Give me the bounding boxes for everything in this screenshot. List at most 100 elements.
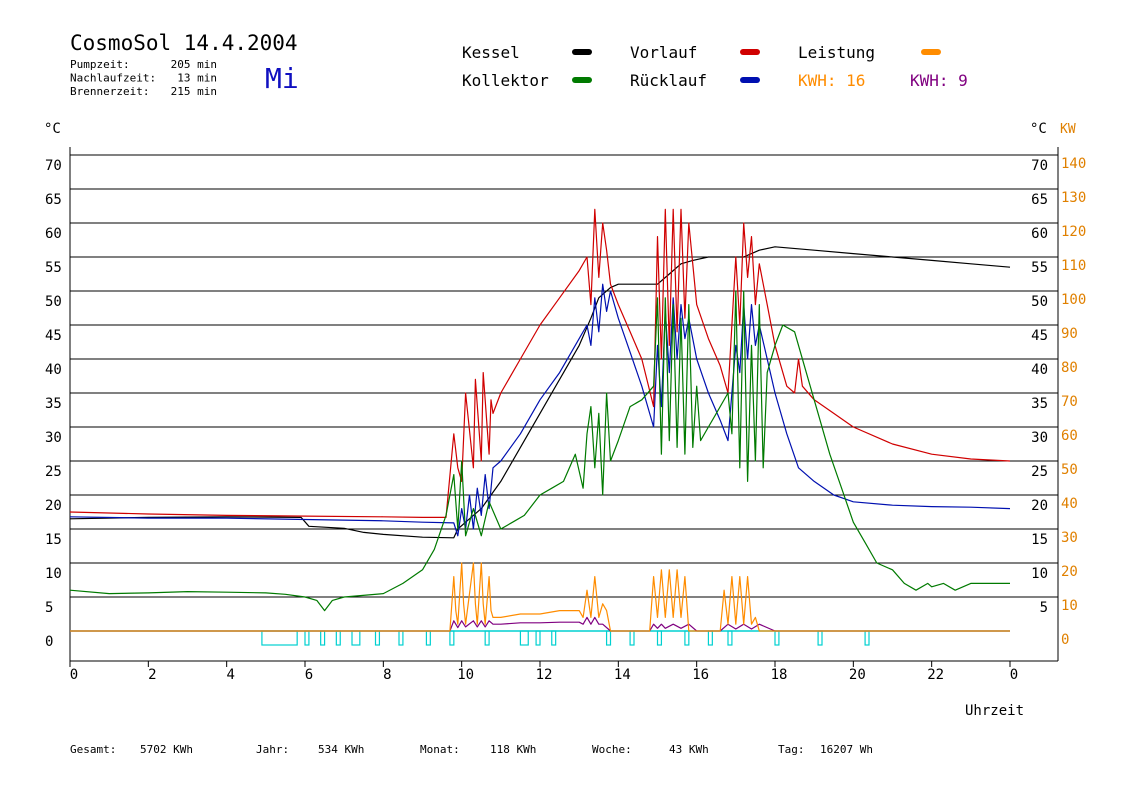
pump-interval	[484, 630, 490, 646]
woche-value: 43 KWh	[669, 743, 709, 756]
left-tick-label: 10	[45, 566, 62, 582]
x-axis-ticks: 0 2 4 6 8 10 12 14 16 18 20 22 0	[69, 661, 1018, 683]
right-tick-label-celsius: 10	[1031, 566, 1048, 582]
left-tick-label: 60	[45, 226, 62, 242]
right-tick-label-kw: 30	[1061, 530, 1078, 546]
legend: Kessel Vorlauf Leistung Kollektor Rückla…	[462, 43, 968, 90]
x-tick-label: 0	[70, 667, 78, 683]
x-tick-label: 22	[927, 667, 944, 683]
series-lines	[69, 208, 1011, 632]
gesamt-label: Gesamt:	[70, 743, 116, 756]
right-axis-ticks-celsius: 5 10 15 20 25 30 35 40 45 50 55 60 65 70	[1031, 158, 1048, 616]
right-tick-label-celsius: 15	[1031, 532, 1048, 548]
legend-kessel-label: Kessel	[462, 43, 520, 62]
jahr-label: Jahr:	[256, 743, 289, 756]
left-tick-label: 55	[45, 260, 62, 276]
right-tick-label-kw: 50	[1061, 462, 1078, 478]
left-tick-label: 50	[45, 294, 62, 310]
pump-interval	[817, 630, 823, 646]
legend-ruecklauf-label: Rücklauf	[630, 71, 707, 90]
x-tick-label: 14	[614, 667, 631, 683]
tag-label: Tag:	[778, 743, 805, 756]
left-tick-label: 20	[45, 498, 62, 514]
left-tick-label: 35	[45, 396, 62, 412]
right-tick-label-celsius: 25	[1031, 464, 1048, 480]
pump-interval	[425, 630, 431, 646]
pump-interval	[727, 630, 733, 646]
right-axis-unit-kw: KW	[1060, 122, 1076, 137]
legend-vorlauf-label: Vorlauf	[630, 43, 697, 62]
info-label: Pumpzeit:	[70, 58, 130, 71]
pump-interval	[656, 630, 663, 646]
info-value: 13 min	[177, 72, 217, 85]
right-tick-label-celsius: 40	[1031, 362, 1048, 378]
right-tick-label-celsius: 65	[1031, 192, 1048, 208]
woche-label: Woche:	[592, 743, 632, 756]
right-tick-label-kw: 130	[1061, 190, 1086, 206]
info-label: Nachlaufzeit:	[70, 72, 156, 85]
right-tick-label-kw: 0	[1061, 632, 1069, 648]
right-tick-label-kw: 40	[1061, 496, 1078, 512]
monat-label: Monat:	[420, 743, 460, 756]
pump-interval	[707, 630, 713, 646]
legend-kollektor-label: Kollektor	[462, 71, 549, 90]
right-tick-label-celsius: 45	[1031, 328, 1048, 344]
right-tick-label-celsius: 35	[1031, 396, 1048, 412]
x-tick-label: 4	[226, 667, 234, 683]
info-label: Brennerzeit:	[70, 85, 149, 98]
energy-summary: Gesamt: 5702 KWh Jahr: 534 KWh Monat: 11…	[70, 743, 873, 756]
x-tick-label: 2	[148, 667, 156, 683]
jahr-value: 534 KWh	[318, 743, 364, 756]
series-vorlauf	[69, 208, 1011, 519]
right-tick-label-celsius: 60	[1031, 226, 1048, 242]
right-tick-label-celsius: 20	[1031, 498, 1048, 514]
chart-title: CosmoSol 14.4.2004	[70, 31, 298, 55]
legend-leistung-label: Leistung	[798, 43, 875, 62]
right-tick-label-celsius: 55	[1031, 260, 1048, 276]
series-kessel	[69, 246, 1011, 539]
x-tick-label: 20	[849, 667, 866, 683]
right-tick-label-kw: 140	[1061, 156, 1086, 172]
runtime-info: Pumpzeit: 205 min Nachlaufzeit: 13 min Brenn…	[70, 58, 217, 98]
x-tick-label: 18	[771, 667, 788, 683]
pump-interval	[774, 630, 780, 646]
left-axis-unit: °C	[44, 121, 61, 137]
legend-kollektor-swatch	[572, 77, 592, 83]
chart: CosmoSol 14.4.2004 Mi Pumpzeit: 205 min Na…	[44, 31, 1086, 756]
right-tick-label-celsius: 70	[1031, 158, 1048, 174]
left-tick-label: 30	[45, 430, 62, 446]
x-axis-label: Uhrzeit	[965, 703, 1024, 719]
legend-kwh1-label: KWH: 16	[798, 71, 865, 90]
pump-interval	[864, 630, 870, 646]
left-tick-label: 15	[45, 532, 62, 548]
pump-interval	[261, 630, 298, 646]
pump-interval	[684, 630, 690, 646]
left-axis-ticks: 0 5 10 15 20 25 30 35 40 45 50 55 60 65 70	[45, 158, 62, 650]
right-tick-label-kw: 80	[1061, 360, 1078, 376]
pump-interval	[605, 630, 612, 646]
right-tick-label-kw: 100	[1061, 292, 1086, 308]
info-value: 205 min	[171, 58, 217, 71]
pump-interval	[304, 630, 310, 646]
weekday-label: Mi	[265, 62, 299, 95]
series-ruecklauf	[69, 283, 1011, 537]
x-tick-label: 16	[692, 667, 709, 683]
pump-interval	[374, 630, 381, 646]
left-tick-label: 65	[45, 192, 62, 208]
pump-intervals	[70, 630, 1010, 646]
legend-kwh2-label: KWH: 9	[910, 71, 968, 90]
right-tick-label-kw: 10	[1061, 598, 1078, 614]
right-tick-label-kw: 20	[1061, 564, 1078, 580]
right-axis-ticks-kw: 0 10 20 30 40 50 60 70 80 90 100 110 120 130 140	[1061, 156, 1086, 648]
left-tick-label: 5	[45, 600, 53, 616]
left-tick-label: 40	[45, 362, 62, 378]
left-tick-label: 70	[45, 158, 62, 174]
right-axis-unit-celsius: °C	[1030, 121, 1047, 137]
legend-vorlauf-swatch	[740, 49, 760, 55]
pump-interval	[519, 630, 529, 646]
pump-interval	[551, 630, 557, 646]
monat-value: 118 KWh	[490, 743, 536, 756]
gesamt-value: 5702 KWh	[140, 743, 193, 756]
right-tick-label-celsius: 30	[1031, 430, 1048, 446]
right-tick-label-kw: 110	[1061, 258, 1086, 274]
